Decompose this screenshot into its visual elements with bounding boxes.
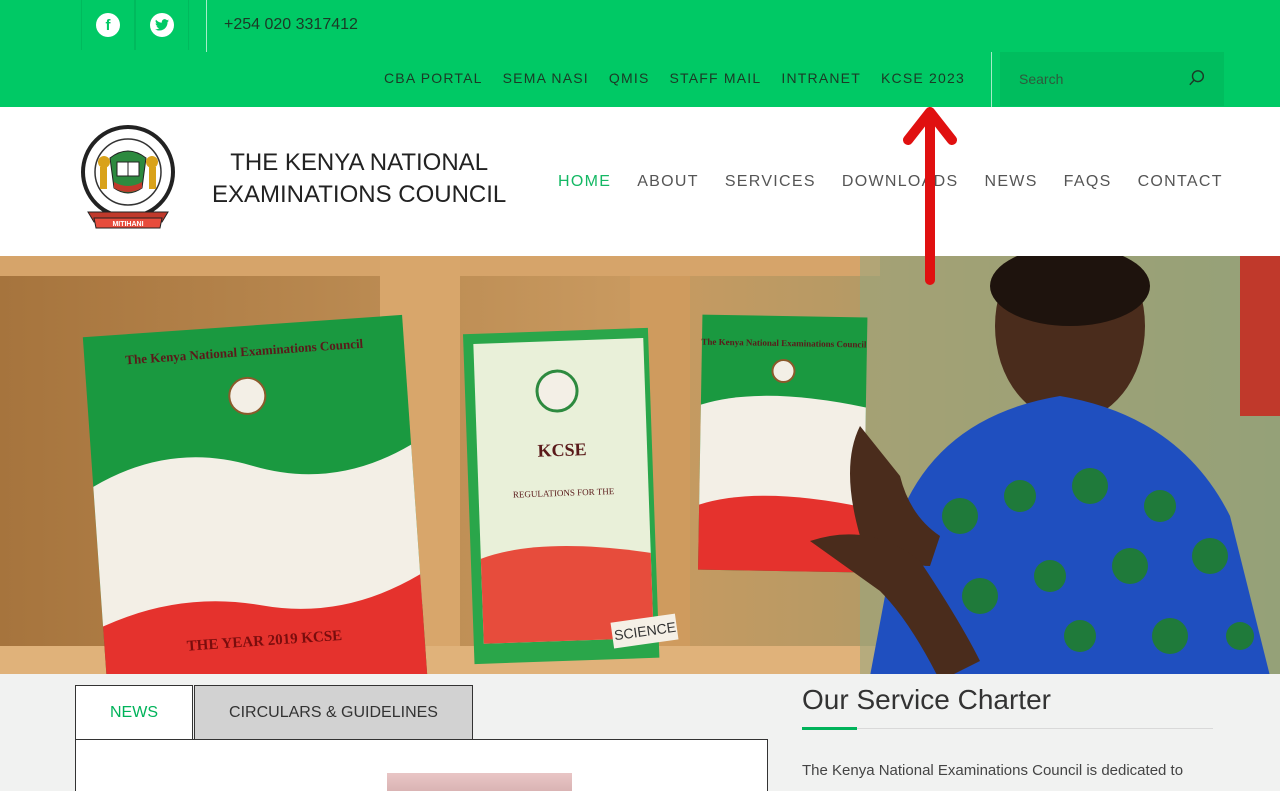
title-accent xyxy=(802,727,857,730)
tab-circulars-guidelines[interactable]: CIRCULARS & GUIDELINES xyxy=(194,685,473,740)
top-link-sema-nasi[interactable]: SEMA NASI xyxy=(503,70,589,86)
nav-news[interactable]: NEWS xyxy=(984,173,1037,191)
content-tabs: NEWS CIRCULARS & GUIDELINES xyxy=(75,685,473,740)
search-box xyxy=(1000,52,1224,106)
brand-line-2: EXAMINATIONS COUNCIL xyxy=(212,181,507,208)
annotation-arrow xyxy=(903,107,957,285)
nav-faqs[interactable]: FAQS xyxy=(1064,173,1112,191)
site-header: MITIHANI THE KENYA NATIONAL EXAMINATIONS… xyxy=(0,107,1280,256)
divider xyxy=(991,52,992,107)
nav-about[interactable]: ABOUT xyxy=(637,173,699,191)
top-links: CBA PORTAL SEMA NASI QMIS STAFF MAIL INT… xyxy=(384,70,965,86)
facebook-icon: f xyxy=(96,13,120,37)
book2-title: KCSE xyxy=(537,439,587,461)
twitter-link[interactable] xyxy=(135,0,189,50)
kenya-examinations-council-logo[interactable]: MITIHANI xyxy=(80,122,176,234)
twitter-icon xyxy=(150,13,174,37)
top-link-staff-mail[interactable]: STAFF MAIL xyxy=(670,70,762,86)
hero-photo: The Kenya National Examinations Council … xyxy=(0,256,1280,674)
tab-news[interactable]: NEWS xyxy=(75,685,193,740)
top-link-qmis[interactable]: QMIS xyxy=(609,70,650,86)
site-brand-name[interactable]: THE KENYA NATIONAL EXAMINATIONS COUNCIL xyxy=(212,147,506,211)
service-charter-text: The Kenya National Examinations Council … xyxy=(802,762,1184,779)
divider xyxy=(206,0,207,52)
svg-text:MITIHANI: MITIHANI xyxy=(112,221,143,228)
service-charter-title: Our Service Charter xyxy=(802,684,1051,715)
search-icon[interactable] xyxy=(1188,69,1206,87)
news-thumbnail[interactable] xyxy=(387,773,572,791)
nav-home[interactable]: HOME xyxy=(558,173,611,191)
nav-services[interactable]: SERVICES xyxy=(725,173,816,191)
main-navigation: HOME ABOUT SERVICES DOWNLOADS NEWS FAQS … xyxy=(558,173,1223,191)
top-link-intranet[interactable]: INTRANET xyxy=(781,70,861,86)
search-input[interactable] xyxy=(1000,52,1190,106)
hero-banner: The Kenya National Examinations Council … xyxy=(0,256,1280,674)
top-bar: f +254 020 3317412 CBA PORTAL SEMA NASI … xyxy=(0,0,1280,107)
divider xyxy=(802,728,1213,729)
facebook-link[interactable]: f xyxy=(81,0,135,50)
brand-line-1: THE KENYA NATIONAL xyxy=(230,149,489,176)
top-link-cba-portal[interactable]: CBA PORTAL xyxy=(384,70,483,86)
tab-panel xyxy=(75,739,768,791)
top-link-kcse-2023[interactable]: KCSE 2023 xyxy=(881,70,965,86)
nav-contact[interactable]: CONTACT xyxy=(1138,173,1223,191)
phone-number: +254 020 3317412 xyxy=(224,16,358,33)
